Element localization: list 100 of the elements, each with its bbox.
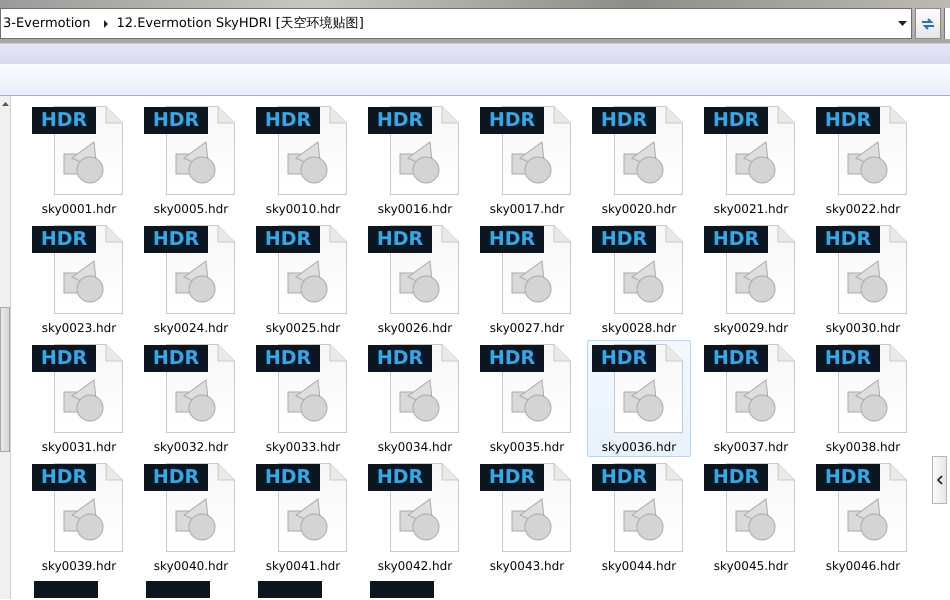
file-name: sky0021.hdr: [714, 201, 788, 218]
file-item[interactable]: HDR sky0029.hdr: [699, 221, 803, 338]
file-type-label: HDR: [32, 345, 96, 372]
file-type-label: HDR: [256, 345, 320, 372]
file-name: sky0005.hdr: [154, 201, 228, 218]
file-name: sky0023.hdr: [42, 320, 116, 337]
file-name: sky0022.hdr: [826, 201, 900, 218]
file-item[interactable]: HDR sky0028.hdr: [587, 221, 691, 338]
file-item[interactable]: HDR sky0033.hdr: [251, 340, 355, 457]
file-item[interactable]: HDR sky0044.hdr: [587, 459, 691, 576]
file-name: sky0030.hdr: [826, 320, 900, 337]
file-item[interactable]: HDR sky0034.hdr: [363, 340, 467, 457]
file-type-label: HDR: [816, 345, 880, 372]
file-name: sky0010.hdr: [266, 201, 340, 218]
file-name: sky0034.hdr: [378, 439, 452, 456]
file-type-label: HDR: [32, 107, 96, 134]
file-name: sky0045.hdr: [714, 558, 788, 575]
chevron-left-icon: [936, 475, 942, 485]
file-type-label: HDR: [704, 345, 768, 372]
file-type-label: HDR: [592, 345, 656, 372]
file-item[interactable]: HDR sky0042.hdr: [363, 459, 467, 576]
file-item[interactable]: HDR sky0035.hdr: [475, 340, 579, 457]
file-item[interactable]: HDR sky0040.hdr: [139, 459, 243, 576]
file-item[interactable]: HDR sky0037.hdr: [699, 340, 803, 457]
file-name: sky0038.hdr: [826, 439, 900, 456]
file-type-label: HDR: [368, 226, 432, 253]
file-type-label: HDR: [368, 345, 432, 372]
file-type-label: HDR: [144, 107, 208, 134]
dropdown-arrow-icon[interactable]: [898, 21, 907, 26]
file-name: sky0001.hdr: [42, 201, 116, 218]
scroll-up-icon: [1, 101, 10, 107]
file-item[interactable]: HDR sky0030.hdr: [811, 221, 915, 338]
refresh-button[interactable]: [915, 8, 941, 39]
file-type-label: HDR: [144, 464, 208, 491]
file-type-label: HDR: [592, 107, 656, 134]
file-item[interactable]: HDR sky0010.hdr: [251, 102, 355, 219]
file-type-label: HDR: [480, 226, 544, 253]
file-item[interactable]: HDR sky0032.hdr: [139, 340, 243, 457]
file-name: sky0033.hdr: [266, 439, 340, 456]
file-name: sky0042.hdr: [378, 558, 452, 575]
file-name: sky0035.hdr: [490, 439, 564, 456]
file-type-label: HDR: [256, 107, 320, 134]
file-type-label: HDR: [144, 345, 208, 372]
file-name: sky0041.hdr: [266, 558, 340, 575]
file-item[interactable]: HDR sky0020.hdr: [587, 102, 691, 219]
file-item[interactable]: HDR sky0024.hdr: [139, 221, 243, 338]
file-type-label: HDR: [32, 464, 96, 491]
file-item[interactable]: HDR sky0021.hdr: [699, 102, 803, 219]
file-type-label: HDR: [704, 226, 768, 253]
file-name: sky0039.hdr: [42, 558, 116, 575]
file-name: sky0040.hdr: [154, 558, 228, 575]
breadcrumb-arrow-icon[interactable]: [102, 20, 109, 28]
file-name: sky0027.hdr: [490, 320, 564, 337]
file-item[interactable]: HDR sky0038.hdr: [811, 340, 915, 457]
file-item[interactable]: HDR sky0046.hdr: [811, 459, 915, 576]
file-type-label: HDR: [32, 226, 96, 253]
file-type-label: HDR: [816, 107, 880, 134]
file-item[interactable]: HDR sky0026.hdr: [363, 221, 467, 338]
scrollbar-thumb[interactable]: [0, 307, 10, 452]
file-item[interactable]: HDR sky0045.hdr: [699, 459, 803, 576]
file-item[interactable]: HDR sky0036.hdr: [587, 340, 691, 457]
file-type-label: HDR: [816, 226, 880, 253]
breadcrumb[interactable]: 12.Evermotion SkyHDRI [天空环境贴图]: [114, 14, 366, 34]
file-type-label: HDR: [256, 226, 320, 253]
file-type-label: HDR: [368, 464, 432, 491]
file-item[interactable]: HDR sky0043.hdr: [475, 459, 579, 576]
file-item[interactable]: HDR sky0023.hdr: [27, 221, 131, 338]
address-bar[interactable]: 3-Evermotion 12.Evermotion SkyHDRI [天空环境贴图]: [0, 8, 912, 39]
file-name: sky0016.hdr: [378, 201, 452, 218]
file-item[interactable]: HDR sky0031.hdr: [27, 340, 131, 457]
file-name: sky0036.hdr: [602, 439, 676, 456]
file-item[interactable]: HDR sky0005.hdr: [139, 102, 243, 219]
file-item[interactable]: HDR sky0001.hdr: [27, 102, 131, 219]
file-item[interactable]: HDR sky0022.hdr: [811, 102, 915, 219]
file-item[interactable]: HDR sky0017.hdr: [475, 102, 579, 219]
scrollbar[interactable]: [0, 96, 11, 599]
file-item[interactable]: HDR sky0025.hdr: [251, 221, 355, 338]
file-name: sky0037.hdr: [714, 439, 788, 456]
file-type-label: HDR: [592, 226, 656, 253]
file-type-label: HDR: [144, 226, 208, 253]
file-item[interactable]: HDR sky0016.hdr: [363, 102, 467, 219]
search-field[interactable]: [944, 8, 950, 39]
file-type-label: HDR: [704, 464, 768, 491]
file-name: sky0026.hdr: [378, 320, 452, 337]
file-type-label: HDR: [480, 464, 544, 491]
file-name: sky0025.hdr: [266, 320, 340, 337]
file-type-label: HDR: [592, 464, 656, 491]
refresh-icon: [920, 16, 936, 30]
file-item[interactable]: HDR sky0039.hdr: [27, 459, 131, 576]
file-name: sky0024.hdr: [154, 320, 228, 337]
collapse-pane-button[interactable]: [932, 456, 947, 504]
file-name: sky0020.hdr: [602, 201, 676, 218]
file-item[interactable]: HDR sky0027.hdr: [475, 221, 579, 338]
breadcrumb[interactable]: 3-Evermotion: [1, 14, 93, 34]
file-type-label: HDR: [256, 464, 320, 491]
file-name: sky0044.hdr: [602, 558, 676, 575]
file-type-label: HDR: [816, 464, 880, 491]
file-type-label: HDR: [480, 107, 544, 134]
file-name: sky0029.hdr: [714, 320, 788, 337]
file-item[interactable]: HDR sky0041.hdr: [251, 459, 355, 576]
